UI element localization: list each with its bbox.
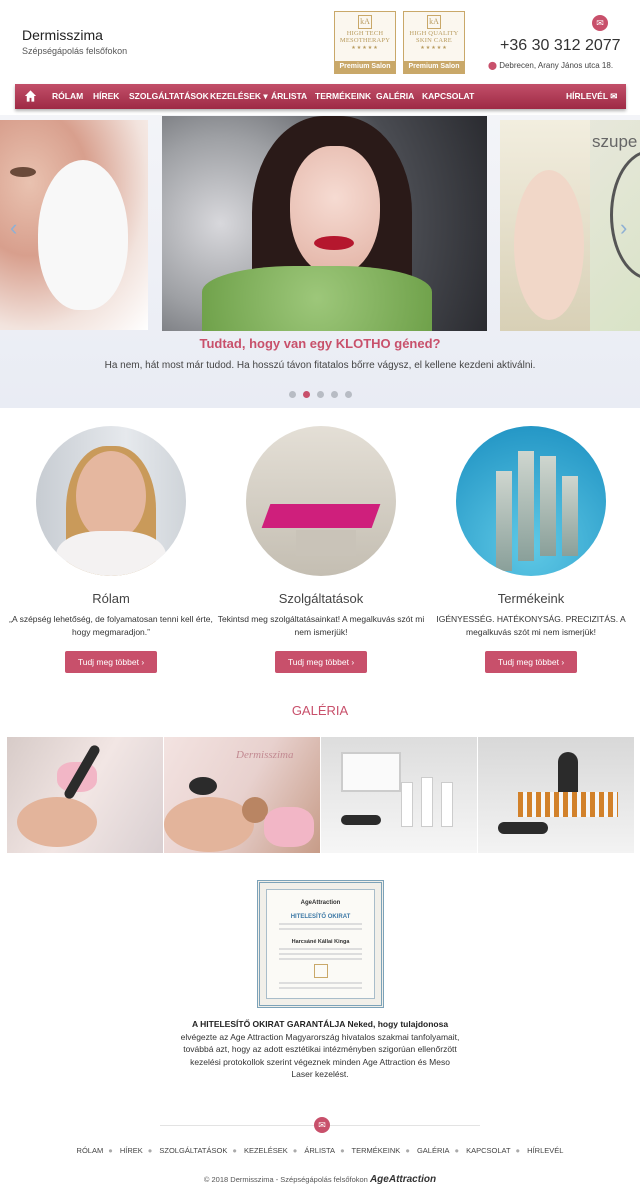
footer-link-termekeink[interactable]: TERMÉKEINK [352,1146,401,1155]
certificate-name: Harcsáné Kállai Kinga [291,939,350,945]
footer-link-galeria[interactable]: GALÉRIA [417,1146,450,1155]
certificate-heading: HITELESÍTŐ OKIRAT [290,914,351,920]
slide-image-right: szupe [500,120,640,331]
nav-item-hirek[interactable]: HÍREK [93,84,119,109]
footer-link-kapcsolat[interactable]: KAPCSOLAT [466,1146,510,1155]
slide-subtitle: Ha nem, hát most már tudod. Ha hosszú tá… [104,360,536,371]
badge-high-quality: kA HIGH QUALITY SKIN CARE ★★★★★ Premium … [403,11,465,74]
badge-stars: ★★★★★ [420,46,448,51]
badge-line2: SKIN CARE [416,37,452,44]
certificate-brand: AgeAttraction [300,900,341,906]
slide-title[interactable]: Tudtad, hogy van egy KLOTHO géned? [0,336,640,351]
footer-link-hirek[interactable]: HÍREK [120,1146,143,1155]
site-brand[interactable]: Dermisszima [22,27,103,43]
nav-item-kapcsolat[interactable]: KAPCSOLAT [422,84,474,109]
main-nav: RÓLAM HÍREK SZOLGÁLTATÁSOK KEZELÉSEK ▾ Á… [15,84,626,109]
gallery-image[interactable]: Dermisszima [164,737,320,853]
feature-title-rolam: Rólam [92,591,130,606]
home-icon[interactable] [24,89,37,103]
certificate-body: elvégezte az Age Attraction Magyarország… [180,1031,460,1080]
badge-line2: MESOTHERAPY [339,37,391,44]
address: ⬤ Debrecen, Arany János utca 18. [488,61,613,70]
newsletter-label: HÍRLEVÉL [566,91,608,101]
gallery-title: GALÉRIA [291,703,349,718]
slide-overlay-text: szupe [592,132,638,151]
products-photo[interactable] [456,426,606,576]
footer-email-icon[interactable]: ✉ [314,1117,330,1133]
badge-label: Premium Salon [335,61,395,73]
slider-dot[interactable] [317,391,324,398]
slider-dots [289,385,359,403]
footer-link-kezelesek[interactable]: KEZELÉSEK [244,1146,288,1155]
footer-link-szolgaltatasok[interactable]: SZOLGÁLTATÁSOK [159,1146,227,1155]
feature-text-termekeink: IGÉNYESSÉG. HATÉKONYSÁG. PRECIZITÁS. A m… [436,614,626,637]
badge-label: Premium Salon [404,61,464,73]
badge-high-tech: kA HIGH TECH MESOTHERAPY ★★★★★ Premium S… [334,11,396,74]
badge-logo: kA [427,15,441,29]
nav-item-hirlevel[interactable]: HÍRLEVÉL ✉ [566,84,617,109]
slider-dot[interactable] [289,391,296,398]
nav-item-arlista[interactable]: ÁRLISTA [271,84,307,109]
feature-title-termekeink: Termékeink [497,591,565,606]
seal-icon [313,964,328,978]
slider-dot[interactable] [345,391,352,398]
copyright-text: © 2018 Dermisszima - Szépségápolás felső… [203,1175,368,1184]
more-button-szolgaltatasok[interactable]: Tudj meg többet › [275,651,367,673]
slider-prev-arrow-icon[interactable]: ‹ [10,215,17,241]
certificate-image[interactable]: AgeAttraction HITELESÍTŐ OKIRAT Harcsáné… [257,880,384,1008]
more-button-termekeink[interactable]: Tudj meg többet › [485,651,577,673]
nav-item-rolam[interactable]: RÓLAM [52,84,83,109]
badge-line1: HIGH TECH [346,30,384,37]
map-pin-icon: ⬤ [488,61,497,70]
slider-next-arrow-icon[interactable]: › [620,215,627,241]
services-photo[interactable] [246,426,396,576]
copyright: © 2018 Dermisszima - Szépségápolás felső… [0,1174,640,1185]
gallery-image[interactable] [321,737,477,853]
site-tagline: Szépségápolás felsőfokon [22,46,128,56]
badge-logo: kA [358,15,372,29]
gallery-watermark: Dermisszima [236,749,294,761]
slider-dot[interactable] [331,391,338,398]
footer-link-arlista[interactable]: ÁRLISTA [304,1146,335,1155]
more-button-rolam[interactable]: Tudj meg többet › [65,651,157,673]
gallery-image[interactable] [7,737,163,853]
feature-text-szolgaltatasok: Tekintsd meg szolgáltatásainkat! A megal… [217,614,425,637]
footer-link-rolam[interactable]: RÓLAM [77,1146,104,1155]
nav-item-termekeink[interactable]: TERMÉKEINK [315,84,371,109]
about-photo[interactable] [36,426,186,576]
badge-stars: ★★★★★ [351,46,379,51]
envelope-icon: ✉ [610,91,618,101]
footer-link-hirlevel[interactable]: HÍRLEVÉL [527,1146,563,1155]
gallery-image[interactable] [478,737,634,853]
certificate-lead: A HITELESÍTŐ OKIRAT GARANTÁLJA Neked, ho… [191,1019,449,1029]
footer-nav: RÓLAM ● HÍREK ● SZOLGÁLTATÁSOK ● KEZELÉSEK ●… [76,1146,564,1155]
feature-title-szolgaltatasok: Szolgáltatások [278,591,364,606]
nav-item-szolgaltatasok[interactable]: SZOLGÁLTATÁSOK [129,84,209,109]
feature-text-rolam: „A szépség lehetőség, de folyamatosan te… [9,614,213,637]
partner-logo[interactable]: AgeAttraction [370,1174,436,1185]
nav-item-galeria[interactable]: GALÉRIA [376,84,414,109]
slide-image-center [162,116,487,331]
slide-image-left [0,120,148,330]
address-text: Debrecen, Arany János utca 18. [499,61,614,70]
email-icon[interactable]: ✉ [592,15,608,31]
nav-item-kezelesek[interactable]: KEZELÉSEK ▾ [210,84,268,109]
phone-number[interactable]: +36 30 312 2077 [500,37,621,55]
badge-line1: HIGH QUALITY [409,30,459,37]
certificate-description: A HITELESÍTŐ OKIRAT GARANTÁLJA Neked, ho… [180,1018,460,1081]
slider-dot-active[interactable] [303,391,310,398]
